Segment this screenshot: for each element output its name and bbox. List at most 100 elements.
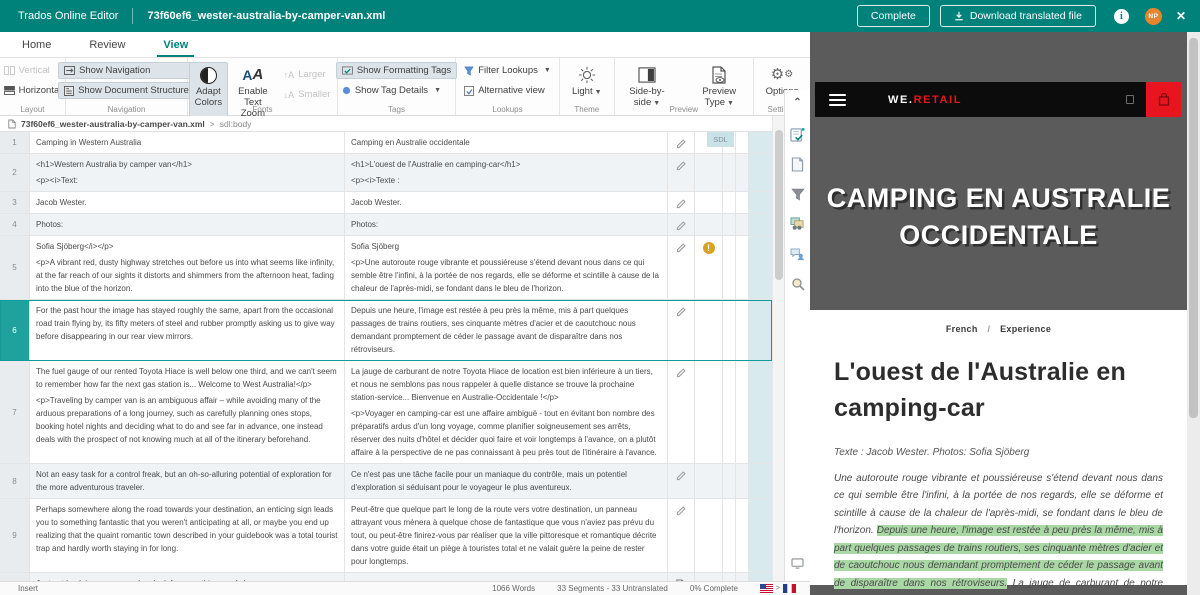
info-icon[interactable]: i [1114,9,1129,24]
spacer-cell [723,361,736,463]
comments-icon[interactable] [790,246,806,262]
segment-number[interactable]: 2 [0,154,30,191]
source-segment-cell[interactable]: Perhaps somewhere along the road towards… [30,499,345,572]
target-segment-cell[interactable]: Camping en Australie occidentale [345,132,668,153]
edit-pencil-icon[interactable] [668,499,695,572]
show-tag-details-button[interactable]: Show Tag Details ▼ [336,82,457,99]
tab-home[interactable]: Home [20,34,53,56]
breadcrumb-file[interactable]: 73f60ef6_wester-australia-by-camper-van.… [21,119,205,129]
article-card: French / Experience L'ouest de l'Austral… [810,310,1187,585]
breadcrumb-language[interactable]: French [946,324,978,334]
source-segment-cell[interactable]: For the past hour the image has stayed r… [30,300,345,360]
segment-number[interactable]: 6 [0,300,30,360]
show-formatting-tags-button[interactable]: Show Formatting Tags [336,62,457,79]
edit-pencil-icon[interactable] [668,154,695,191]
document-preview-icon[interactable] [790,156,806,172]
app-title: Trados Online Editor [18,10,118,22]
translation-results-icon[interactable] [790,216,806,232]
segment-number[interactable]: 1 [0,132,30,153]
segment-number[interactable]: 7 [0,361,30,463]
target-segment-cell[interactable]: Photos: [345,214,668,235]
language-pair[interactable]: > [760,584,796,593]
edit-pencil-icon[interactable] [668,132,695,153]
spacer-cell [736,300,749,360]
theme-light-button[interactable]: Light▼ [566,62,608,101]
breadcrumb-node[interactable]: sdl:body [220,119,252,129]
target-segment-cell[interactable]: Sofia Sjöberg<p>Une autoroute rouge vibr… [345,236,668,299]
alternative-view-button[interactable]: Alternative view [458,82,557,99]
show-document-structure-button[interactable]: Show Document Structure [58,82,195,99]
target-segment-cell[interactable]: Depuis une heure, l'image est restée à p… [345,300,668,360]
warning-icon[interactable]: ! [703,242,715,254]
segment-number[interactable]: 9 [0,499,30,572]
show-navigation-button[interactable]: Show Navigation [58,62,195,79]
target-segment-cell[interactable] [345,573,668,581]
source-segment-cell[interactable]: Camping in Western Australia [30,132,345,153]
segment-status-cell[interactable]: ! [695,236,723,299]
segment-number[interactable]: 8 [0,464,30,498]
collapse-ribbon-chevron-icon[interactable]: ⌃ [790,94,806,110]
tab-review[interactable]: Review [87,34,127,56]
source-segment-cell[interactable]: Just get back in your van and go look fo… [30,573,345,581]
larger-text-button[interactable]: ↑A Larger [278,66,337,83]
breadcrumb-category[interactable]: Experience [1000,324,1051,334]
source-segment-cell[interactable]: Sofia Sjöberg</i></p><p>A vibrant red, d… [30,236,345,299]
formatting-tags-icon [342,66,353,75]
edit-pencil-icon[interactable] [668,361,695,463]
segment-number[interactable]: 5 [0,236,30,299]
avatar[interactable]: NP [1145,8,1162,25]
preview-type-icon [711,65,727,85]
brand-logo[interactable]: WE.RETAIL [888,94,962,106]
edit-pencil-icon[interactable] [668,214,695,235]
source-segment-cell[interactable]: <h1>Western Australia by camper van</h1>… [30,154,345,191]
sdl-origin-cell [749,192,772,213]
target-segment-cell[interactable]: Jacob Wester. [345,192,668,213]
edit-pencil-icon[interactable] [668,192,695,213]
grid-scrollbar-thumb[interactable] [775,130,783,280]
segment-number[interactable]: 4 [0,214,30,235]
navbar-search-icon[interactable] [1126,95,1134,104]
grid-scrollbar[interactable] [772,116,784,581]
draft-document-icon[interactable] [668,573,695,581]
segment-count: 33 Segments - 33 Untranslated [557,584,668,593]
download-button-label: Download translated file [970,10,1082,22]
horizontal-layout-icon [4,86,15,95]
preview-scrollbar-thumb[interactable] [1189,38,1198,418]
source-segment-cell[interactable]: The fuel gauge of our rented Toyota Hiac… [30,361,345,463]
target-segment-cell[interactable]: Peut-être que quelque part le long de la… [345,499,668,572]
target-segment-cell[interactable]: Ce n'est pas une tâche facile pour un ma… [345,464,668,498]
title-divider [132,8,133,24]
complete-button[interactable]: Complete [857,5,930,27]
filter-icon[interactable] [790,186,806,202]
source-segment-cell[interactable]: Photos: [30,214,345,235]
target-segment-cell[interactable]: <h1>L'ouest de l'Australie en camping-ca… [345,154,668,191]
segment-row: 8Not an easy task for a control freak, b… [0,464,772,499]
edit-pencil-icon[interactable] [668,300,695,360]
search-icon[interactable] [790,276,806,292]
sdl-origin-cell [749,132,772,153]
filter-lookups-button[interactable]: Filter Lookups ▼ [458,62,557,79]
tag-details-icon [342,86,351,95]
hamburger-menu-icon[interactable] [829,94,846,106]
cart-button[interactable] [1146,82,1181,117]
verify-document-icon[interactable] [790,126,806,142]
source-segment-cell[interactable]: Jacob Wester. [30,192,345,213]
spacer-cell [723,573,736,581]
edit-pencil-icon[interactable] [668,236,695,299]
display-icon[interactable] [790,555,806,571]
tab-view[interactable]: View [161,34,190,56]
spacer-cell [736,499,749,572]
target-segment-cell[interactable]: La jauge de carburant de notre Toyota Hi… [345,361,668,463]
ribbon-tabs: Home Review View [0,32,810,58]
smaller-text-button[interactable]: ↓A Smaller [278,86,337,103]
download-translated-file-button[interactable]: Download translated file [940,5,1096,27]
segment-number[interactable]: 10 [0,573,30,581]
close-icon[interactable]: ✕ [1176,9,1186,23]
spacer-cell [736,573,749,581]
preview-scrollbar[interactable] [1187,32,1200,595]
article-paragraph: Une autoroute rouge vibrante et poussiér… [834,470,1163,595]
edit-pencil-icon[interactable] [668,464,695,498]
source-segment-cell[interactable]: Not an easy task for a control freak, bu… [30,464,345,498]
segment-number[interactable]: 3 [0,192,30,213]
article-title: L'ouest de l'Australie en camping-car [834,354,1163,426]
